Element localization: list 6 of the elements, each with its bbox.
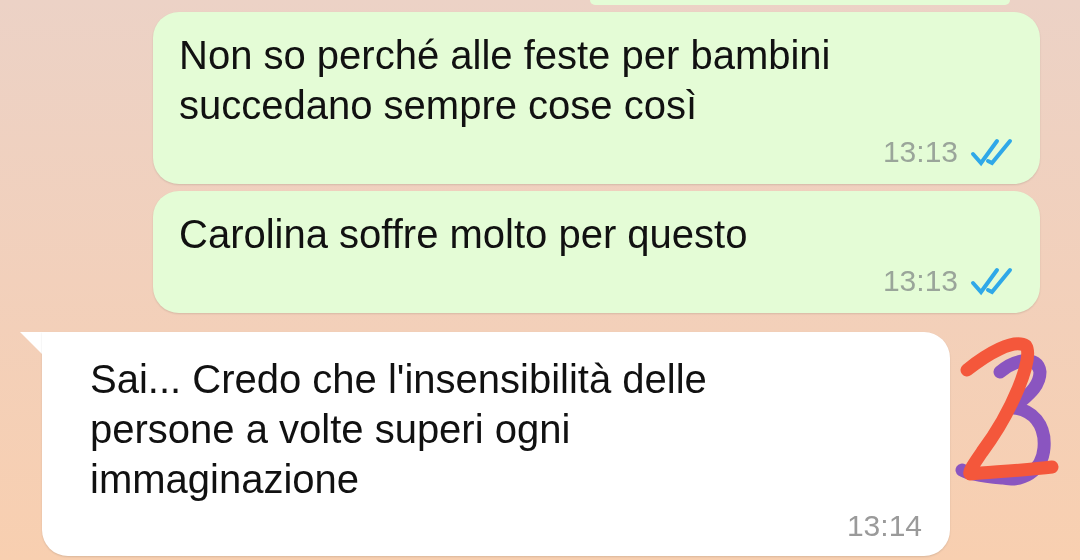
message-text: Non so perché alle feste per bambini succedano sempre cose così xyxy=(179,32,832,129)
message-time: 13:13 xyxy=(882,134,958,170)
message-time: 13:13 xyxy=(882,263,958,299)
message-text: Sai... Credo che l'insensibilità delle persone a volte superi ogni immaginazione xyxy=(90,356,708,503)
message-text: Carolina soffre molto per questo xyxy=(179,211,748,258)
message-time: 13:14 xyxy=(846,508,922,544)
